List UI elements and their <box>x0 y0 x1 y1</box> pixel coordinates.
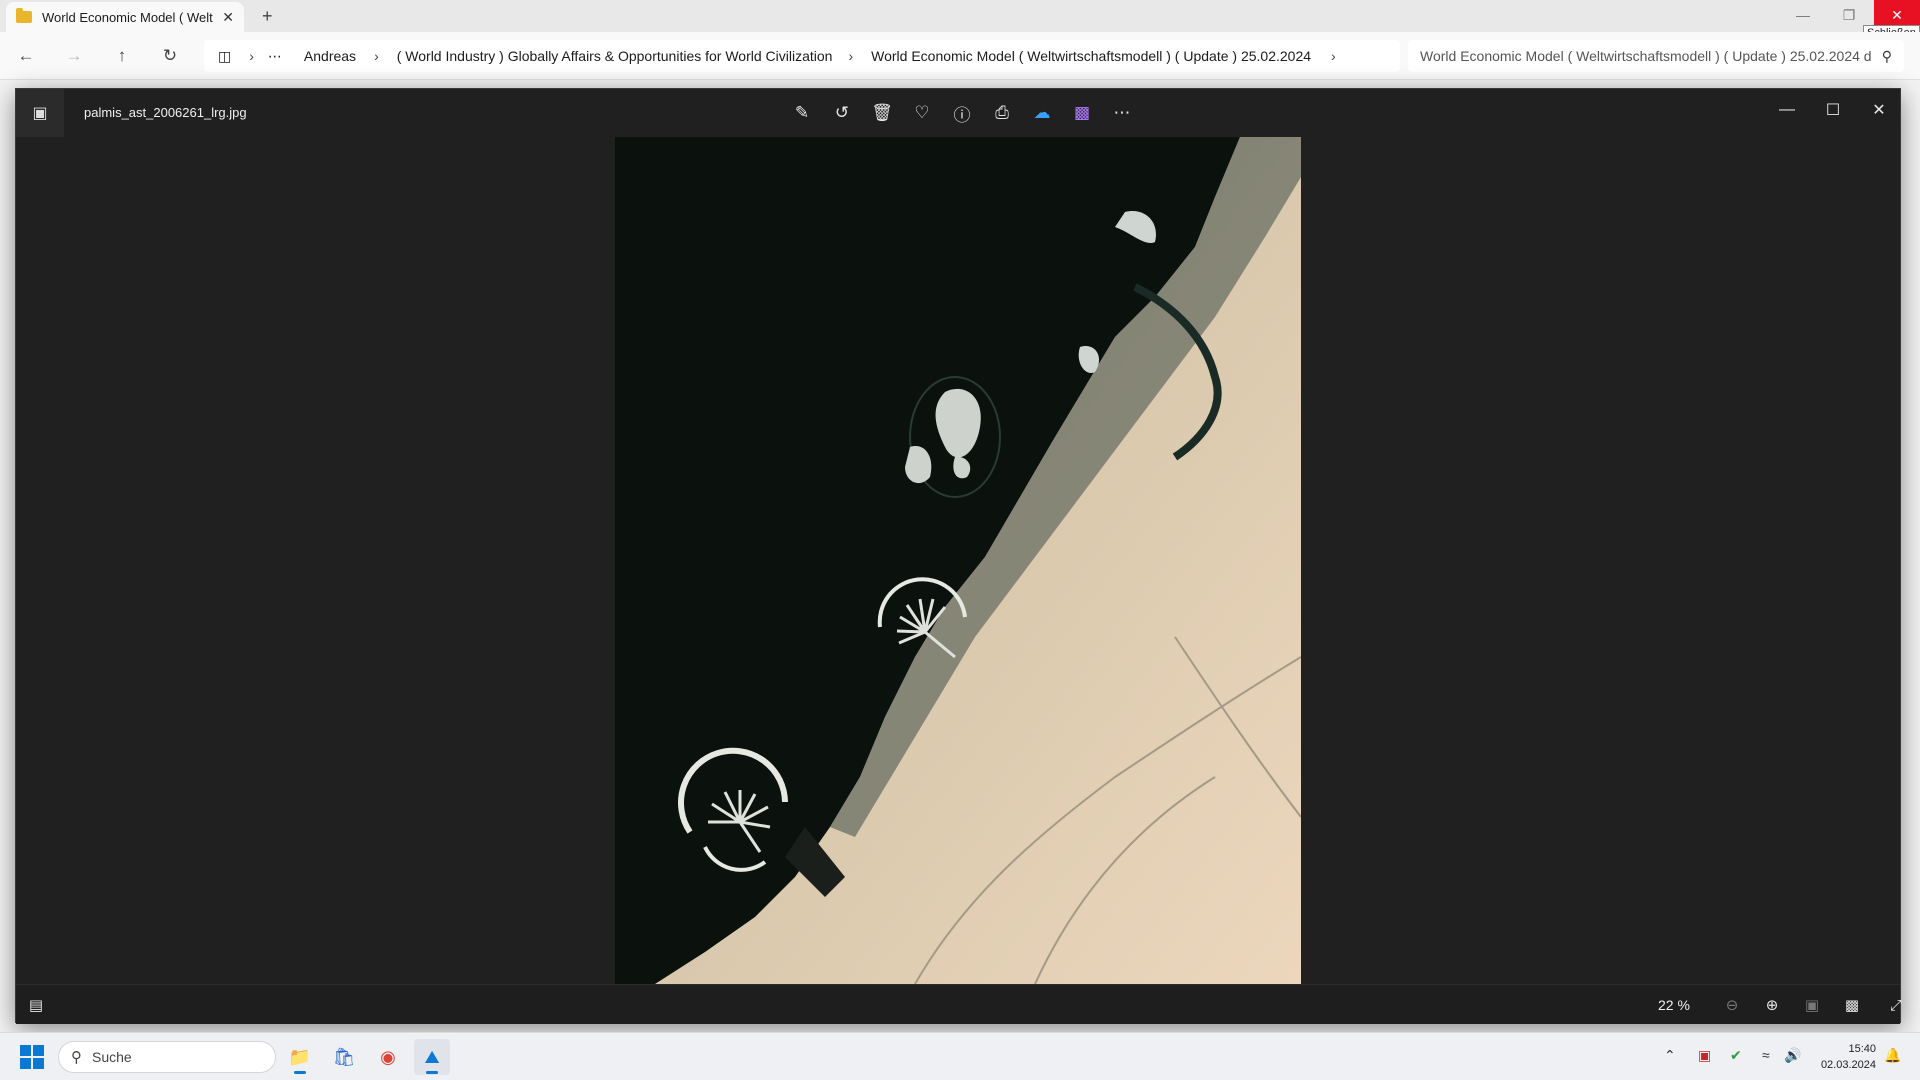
breadcrumb-item[interactable]: ( World Industry ) Globally Affairs & Op… <box>397 48 833 64</box>
chrome-icon[interactable]: ◉ <box>370 1039 406 1075</box>
minimize-button[interactable]: — <box>1780 0 1826 30</box>
fit-to-window-icon[interactable]: ▣ <box>1796 991 1828 1019</box>
satellite-image[interactable] <box>615 137 1301 984</box>
viewer-footer: ▤ 22 % ⊖ ⊕ ▣ ▩ ⤢ <box>16 984 1902 1024</box>
explorer-tab[interactable]: World Economic Model ( Welt ✕ <box>6 2 244 32</box>
zoom-in-icon[interactable]: ⊕ <box>1756 991 1788 1019</box>
info-icon[interactable]: ⓘ <box>946 99 978 127</box>
windows-start-icon[interactable] <box>20 1045 44 1069</box>
rotate-icon[interactable]: ↺ <box>826 99 858 127</box>
filmstrip-icon[interactable]: ▤ <box>20 991 52 1019</box>
forward-button[interactable]: → <box>62 44 86 68</box>
search-icon: ⚲ <box>1881 47 1892 64</box>
tab-title: World Economic Model ( Welt <box>42 9 213 25</box>
search-input-text: World Economic Model ( Weltwirtschaftsmo… <box>1420 48 1872 64</box>
acrobat-icon[interactable]: ▣ <box>1698 1047 1711 1064</box>
security-icon[interactable]: ✔ <box>1730 1047 1742 1064</box>
chevron-right-icon: › <box>1331 48 1336 64</box>
computer-icon: ◫ <box>218 47 232 64</box>
clock-date: 02.03.2024 <box>1820 1059 1876 1071</box>
up-button[interactable]: ↑ <box>110 44 134 68</box>
viewer-titlebar: ▣ palmis_ast_2006261_lrg.jpg ✎ ↺ 🗑 ♡ ⓘ ⎙… <box>16 89 1900 137</box>
fullscreen-icon[interactable]: ⤢ <box>1880 991 1912 1019</box>
photos-icon[interactable]: ⛰ <box>414 1039 450 1075</box>
onedrive-icon[interactable]: ☁ <box>1026 99 1058 127</box>
zoom-out-icon[interactable]: ⊖ <box>1716 991 1748 1019</box>
chevron-right-icon: › <box>249 48 254 64</box>
search-input[interactable]: World Economic Model ( Weltwirtschaftsmo… <box>1408 40 1904 72</box>
new-tab-button[interactable]: + <box>262 6 273 27</box>
more-icon[interactable]: ⋯ <box>1106 99 1138 127</box>
viewer-minimize-button[interactable]: — <box>1764 95 1810 125</box>
search-icon: ⚲ <box>71 1049 82 1066</box>
breadcrumb-item[interactable]: Andreas <box>304 48 356 64</box>
notification-bell-icon[interactable]: 🔔 <box>1884 1047 1901 1064</box>
viewer-maximize-button[interactable]: ☐ <box>1810 95 1856 125</box>
photos-app-icon[interactable]: ▣ <box>16 89 64 137</box>
delete-icon[interactable]: 🗑 <box>866 99 898 127</box>
satellite-image-graphic <box>615 137 1301 984</box>
photo-viewer-window: ▣ palmis_ast_2006261_lrg.jpg ✎ ↺ 🗑 ♡ ⓘ ⎙… <box>15 88 1902 1024</box>
file-name: palmis_ast_2006261_lrg.jpg <box>84 105 247 120</box>
viewer-close-button[interactable]: ✕ <box>1856 95 1902 125</box>
chevron-right-icon: › <box>374 48 379 64</box>
viewer-toolbar: ✎ ↺ 🗑 ♡ ⓘ ⎙ ☁ ▩ ⋯ <box>786 99 1138 127</box>
taskbar-search-label: Suche <box>92 1049 132 1065</box>
more-crumbs-button[interactable]: ⋯ <box>268 48 282 65</box>
refresh-button[interactable]: ↻ <box>158 44 182 68</box>
actual-size-icon[interactable]: ▩ <box>1836 991 1868 1019</box>
taskbar-search[interactable]: ⚲ Suche <box>58 1041 276 1073</box>
taskbar: ⚲ Suche 📁 🛍 ◉ ⛰ ⌃ ▣ ✔ ≈ 🔊 15:40 02.03.20… <box>0 1032 1920 1080</box>
breadcrumb-item[interactable]: World Economic Model ( Weltwirtschaftsmo… <box>871 48 1311 64</box>
print-icon[interactable]: ⎙ <box>986 99 1018 127</box>
zoom-level: 22 % <box>1658 997 1690 1013</box>
tab-close-button[interactable]: ✕ <box>222 9 234 26</box>
chevron-right-icon: › <box>848 48 854 64</box>
store-icon[interactable]: 🛍 <box>326 1039 362 1075</box>
folder-icon <box>16 8 32 23</box>
clock-time: 15:40 <box>1848 1043 1876 1055</box>
breadcrumb[interactable]: ◫ › ⋯ Andreas › ( World Industry ) Globa… <box>204 40 1400 72</box>
file-explorer-icon[interactable]: 📁 <box>282 1039 318 1075</box>
favorite-icon[interactable]: ♡ <box>906 99 938 127</box>
explorer-addressbar: ← → ↑ ↻ ◫ › ⋯ Andreas › ( World Industry… <box>0 32 1920 80</box>
edit-icon[interactable]: ✎ <box>786 99 818 127</box>
clock[interactable]: 15:40 02.03.2024 <box>1812 1041 1876 1073</box>
volume-icon[interactable]: 🔊 <box>1784 1047 1801 1064</box>
back-button[interactable]: ← <box>14 44 38 68</box>
clipchamp-icon[interactable]: ▩ <box>1066 99 1098 127</box>
explorer-tabbar: World Economic Model ( Welt ✕ + — ❐ ✕ Sc… <box>0 0 1920 41</box>
wifi-icon[interactable]: ≈ <box>1762 1047 1770 1063</box>
chevron-up-icon[interactable]: ⌃ <box>1664 1047 1676 1064</box>
